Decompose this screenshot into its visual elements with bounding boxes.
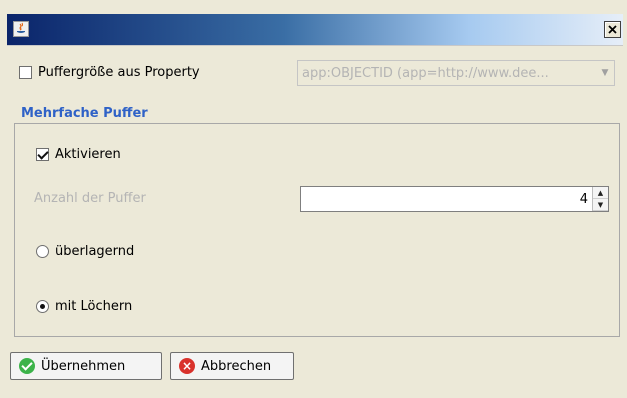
cancel-button[interactable]: × Abbrechen [170, 352, 294, 380]
spinner-buttons: ▲ ▼ [592, 187, 608, 211]
buffer-size-from-property-label: Puffergröße aus Property [38, 65, 200, 80]
buffer-count-label: Anzahl der Puffer [34, 191, 146, 206]
spinner-up-button[interactable]: ▲ [593, 187, 608, 199]
property-select-value: app:OBJECTID (app=http://www.dee... [302, 65, 549, 81]
property-select: app:OBJECTID (app=http://www.dee... ▼ [297, 60, 615, 86]
buffer-size-from-property-checkbox[interactable] [19, 66, 32, 79]
overlapping-radio-row[interactable]: überlagernd [36, 244, 134, 259]
multiple-buffers-group-title: Mehrfache Puffer [19, 106, 150, 121]
apply-button[interactable]: Übernehmen [10, 352, 162, 380]
overlapping-radio[interactable] [36, 245, 49, 258]
cancel-button-label: Abbrechen [201, 358, 272, 374]
buffer-count-row: Anzahl der Puffer [34, 191, 146, 206]
java-icon [13, 21, 29, 37]
title-bar[interactable] [7, 14, 623, 46]
chevron-down-icon: ▼ [601, 68, 609, 78]
apply-button-label: Übernehmen [41, 358, 126, 374]
close-button[interactable] [604, 21, 621, 38]
buffer-count-value[interactable]: 4 [301, 192, 592, 207]
dialog-window: Puffergröße aus Property app:OBJECTID (a… [0, 0, 627, 398]
activate-label: Aktivieren [55, 147, 121, 162]
with-holes-label: mit Löchern [55, 299, 133, 314]
close-icon [608, 25, 617, 34]
overlapping-label: überlagernd [55, 244, 135, 259]
dialog-content: Puffergröße aus Property app:OBJECTID (a… [7, 46, 623, 398]
with-holes-radio[interactable] [36, 300, 49, 313]
cancel-icon: × [179, 358, 195, 374]
buffer-count-spinner[interactable]: 4 ▲ ▼ [300, 186, 609, 212]
spinner-down-button[interactable]: ▼ [593, 199, 608, 211]
checkmark-icon [19, 358, 35, 374]
buffer-size-from-property-row[interactable]: Puffergröße aus Property [19, 65, 200, 80]
with-holes-radio-row[interactable]: mit Löchern [36, 299, 132, 314]
activate-row[interactable]: Aktivieren [36, 147, 121, 162]
activate-checkbox[interactable] [36, 148, 49, 161]
